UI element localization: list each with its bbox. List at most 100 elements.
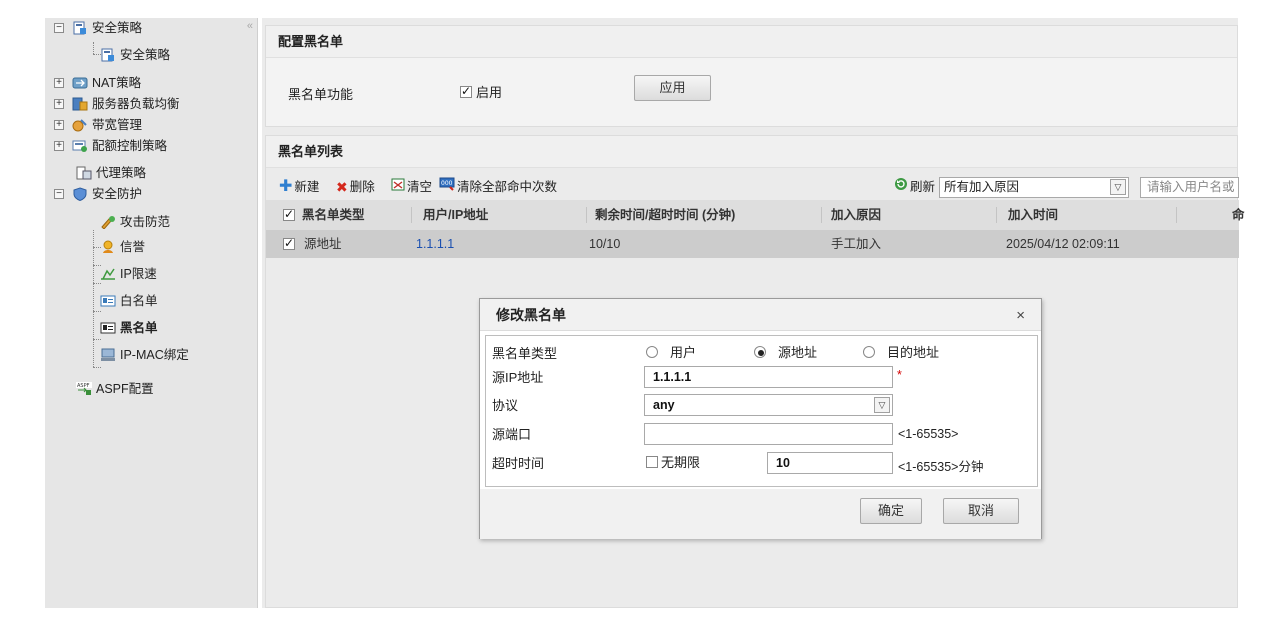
select-all-checkbox[interactable] [283, 207, 295, 221]
tree-item-label: 黑名单 [120, 321, 158, 335]
tree-item-security-policy-child[interactable]: 安全策略 [100, 45, 170, 65]
clear-button[interactable]: 清空 [391, 176, 432, 198]
tree-item-security-policy[interactable]: − 安全策略 [54, 18, 142, 38]
cell-time: 10/10 [589, 237, 621, 251]
collapse-sidebar-icon[interactable]: « [247, 20, 253, 32]
nat-icon [72, 76, 88, 90]
refresh-icon [894, 176, 908, 198]
dialog-form: 黑名单类型 用户 源地址 目的地址 源IP地址 1.1.1.1 * 协议 any… [485, 335, 1038, 487]
expand-node-icon[interactable]: + [54, 99, 64, 109]
radio-button[interactable] [863, 345, 875, 358]
radio-button-selected[interactable] [754, 345, 766, 358]
new-button[interactable]: ✚ 新建 [279, 176, 319, 198]
tree-item-nat-policy[interactable]: + NAT策略 [54, 73, 141, 93]
tree-item-server-load-balance[interactable]: + 服务器负载均衡 [54, 94, 180, 114]
column-header-address[interactable]: 用户/IP地址 [423, 200, 488, 230]
timeout-label: 超时时间 [492, 456, 545, 471]
tree-item-bandwidth[interactable]: + 带宽管理 [54, 115, 142, 135]
delete-button[interactable]: ✖ 删除 [336, 176, 375, 198]
tree-item-proxy-policy[interactable]: 代理策略 [76, 163, 146, 183]
tree-item-label: 服务器负载均衡 [92, 97, 180, 111]
tree-item-reputation[interactable]: 信誉 [100, 237, 145, 257]
column-header-hits[interactable]: 命 [1232, 200, 1245, 230]
dialog-title: 修改黑名单 [480, 299, 1041, 331]
svg-text:000: 000 [441, 180, 453, 187]
tree-item-label: 攻击防范 [120, 215, 171, 229]
tree-item-label: 安全防护 [92, 187, 143, 201]
row-checkbox[interactable] [283, 236, 295, 250]
ok-button[interactable]: 确定 [860, 498, 922, 524]
config-blacklist-panel: 配置黑名单 黑名单功能 启用 应用 [265, 25, 1238, 127]
type-radio-user[interactable]: 用户 [646, 342, 696, 361]
cell-address-link[interactable]: 1.1.1.1 [416, 230, 454, 258]
clear-all-hits-button[interactable]: 000 清除全部命中次数 [439, 176, 557, 198]
type-label: 黑名单类型 [492, 346, 558, 361]
source-port-hint: <1-65535> [898, 427, 959, 441]
tree-item-ip-rate-limit[interactable]: IP限速 [100, 264, 157, 284]
type-radio-source[interactable]: 源地址 [754, 342, 817, 361]
type-radio-destination[interactable]: 目的地址 [863, 342, 939, 361]
tree-item-security-protection[interactable]: − 安全防护 [54, 184, 142, 204]
cell-added-time: 2025/04/12 02:09:11 [1006, 237, 1120, 251]
blacklist-function-label: 黑名单功能 [288, 87, 354, 102]
column-header-added-time[interactable]: 加入时间 [1008, 200, 1058, 230]
collapse-node-icon[interactable]: − [54, 23, 64, 33]
cancel-button[interactable]: 取消 [943, 498, 1019, 524]
tree-item-whitelist[interactable]: 白名单 [100, 291, 158, 311]
column-header-time[interactable]: 剩余时间/超时时间 (分钟) [595, 200, 735, 230]
chevron-down-icon[interactable]: ▽ [874, 397, 890, 413]
table-header: 黑名单类型 用户/IP地址 剩余时间/超时时间 (分钟) 加入原因 加入时间 命 [266, 200, 1245, 230]
shield-icon [72, 187, 88, 202]
tree-item-blacklist[interactable]: 黑名单 [100, 318, 158, 338]
reason-filter-select[interactable]: 所有加入原因 ▽ [939, 177, 1129, 198]
whitelist-icon [100, 294, 116, 308]
tree-item-label: ASPF配置 [96, 382, 154, 396]
blacklist-icon [100, 321, 116, 335]
table-row[interactable]: 源地址 1.1.1.1 10/10 手工加入 2025/04/12 02:09:… [266, 230, 1239, 258]
collapse-node-icon[interactable]: − [54, 189, 64, 199]
protocol-select[interactable]: any ▽ [644, 394, 893, 416]
delete-x-icon: ✖ [336, 179, 348, 195]
apply-button[interactable]: 应用 [634, 75, 711, 101]
list-toolbar: ✚ 新建 ✖ 删除 清空 000 清除全部命中次数 刷新 所有加入原因 ▽ 请输… [266, 176, 1239, 200]
tree-item-quota-policy[interactable]: + 配额控制策略 [54, 136, 167, 156]
tree-item-aspf-config[interactable]: ASPF ASPF配置 [76, 379, 154, 399]
radio-button[interactable] [646, 345, 658, 358]
enable-checkbox-group[interactable]: 启用 [460, 82, 502, 101]
cell-type: 源地址 [304, 237, 342, 251]
expand-node-icon[interactable]: + [54, 120, 64, 130]
timeout-input[interactable]: 10 [767, 452, 893, 474]
tree-item-attack-defense[interactable]: 攻击防范 [100, 212, 170, 232]
search-input[interactable]: 请输入用户名或 [1140, 177, 1239, 198]
expand-node-icon[interactable]: + [54, 78, 64, 88]
quota-icon [72, 139, 88, 153]
no-limit-checkbox-group[interactable]: 无期限 [646, 452, 700, 471]
column-header-reason[interactable]: 加入原因 [831, 200, 881, 230]
column-header-type[interactable]: 黑名单类型 [302, 200, 365, 230]
source-port-input[interactable] [644, 423, 893, 445]
chevron-down-icon[interactable]: ▽ [1110, 179, 1126, 195]
edit-blacklist-dialog: 修改黑名单 × 黑名单类型 用户 源地址 目的地址 源IP地址 1.1.1.1 … [479, 298, 1042, 539]
source-port-label: 源端口 [492, 427, 532, 442]
refresh-button[interactable]: 刷新 [894, 176, 935, 198]
enable-checkbox[interactable] [460, 84, 472, 98]
tree-item-ip-mac-binding[interactable]: IP-MAC绑定 [100, 345, 189, 365]
expand-node-icon[interactable]: + [54, 141, 64, 151]
bandwidth-icon [72, 118, 88, 132]
source-ip-input[interactable]: 1.1.1.1 [644, 366, 893, 388]
protocol-label: 协议 [492, 398, 519, 413]
proxy-icon [76, 166, 92, 180]
tree-item-label: 安全策略 [92, 21, 143, 35]
close-icon[interactable]: × [1016, 307, 1025, 324]
tree-item-label: IP限速 [120, 267, 157, 281]
aspf-icon: ASPF [76, 382, 92, 396]
policy-doc-icon [100, 48, 116, 62]
required-marker: * [897, 368, 902, 382]
ip-mac-bind-icon [100, 348, 116, 362]
clear-hits-icon: 000 [439, 176, 455, 198]
timeout-hint: <1-65535>分钟 [898, 460, 984, 474]
tree-item-label: 代理策略 [96, 166, 147, 180]
policy-doc-icon [72, 21, 88, 35]
no-limit-checkbox[interactable] [646, 455, 658, 468]
tree-item-label: 信誉 [120, 240, 146, 254]
